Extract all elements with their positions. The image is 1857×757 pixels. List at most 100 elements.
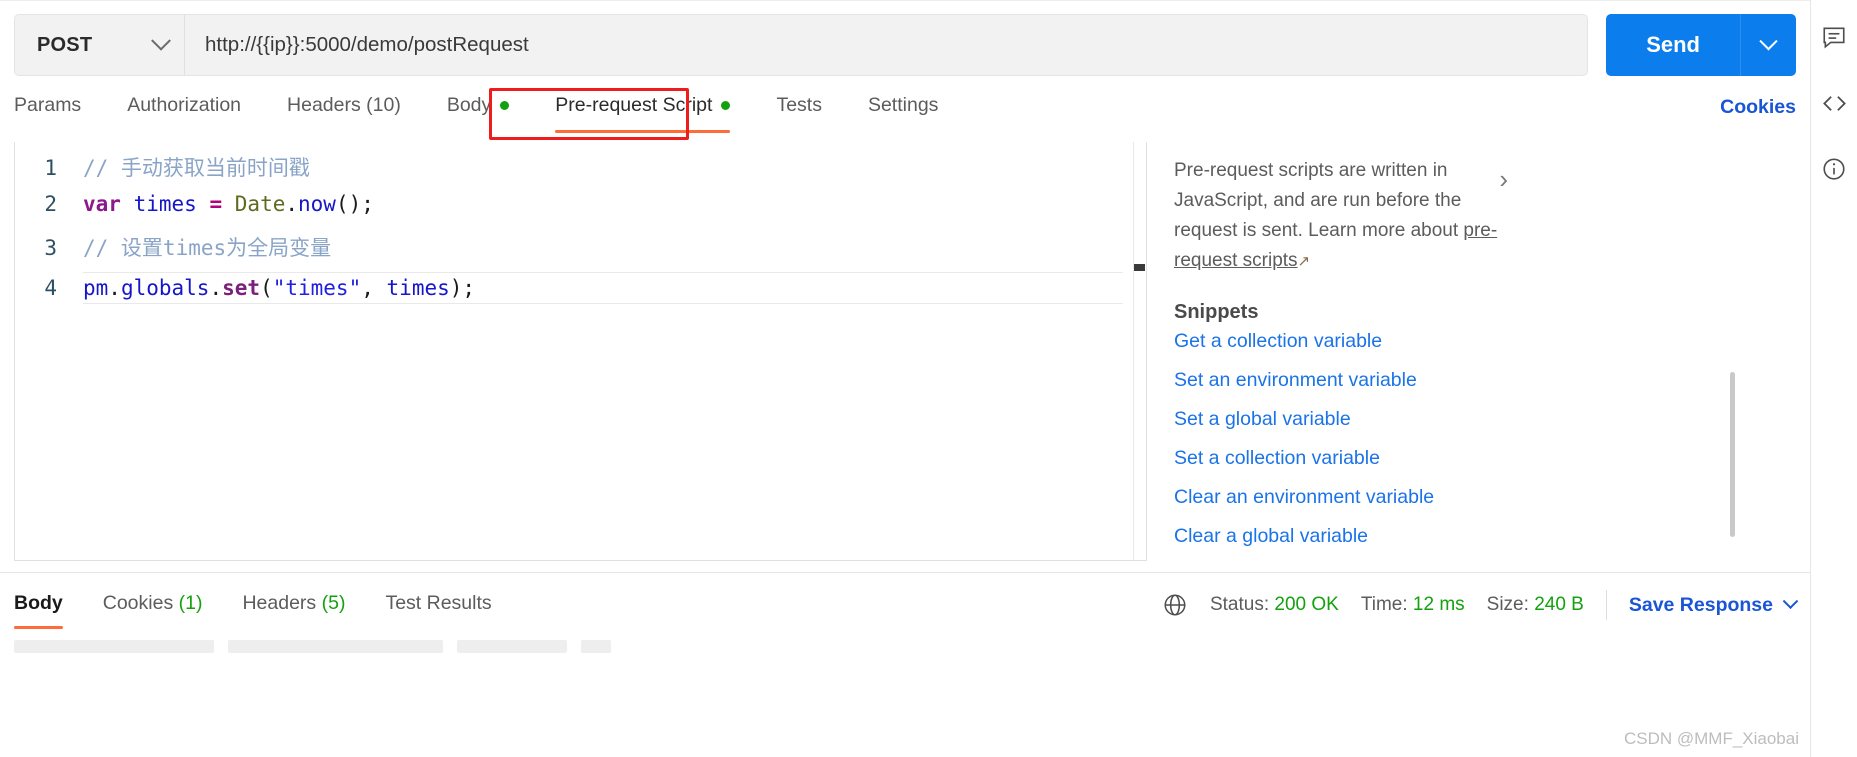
postman-request-window: POST Send Params Authorization Headers (10… xyxy=(0,0,1857,757)
code-line: 1 // 手动获取当前时间戳 xyxy=(15,152,1146,192)
code-token: "times" xyxy=(272,276,362,300)
cookies-link[interactable]: Cookies xyxy=(1720,96,1796,119)
snippet-link[interactable]: Set a global variable xyxy=(1174,408,1514,431)
code-text[interactable]: var times = Date.now(); xyxy=(83,192,374,216)
code-token: now xyxy=(298,192,336,216)
response-tab-label: Test Results xyxy=(385,592,492,614)
pre-request-description: Pre-request scripts are written in JavaS… xyxy=(1174,156,1529,277)
code-token: ( xyxy=(260,276,273,300)
send-button[interactable]: Send xyxy=(1606,14,1740,76)
chevron-right-icon[interactable]: › xyxy=(1499,164,1508,195)
code-token: // 设置times为全局变量 xyxy=(83,236,332,260)
snippet-link[interactable]: Clear an environment variable xyxy=(1174,486,1514,509)
external-link-icon: ↗ xyxy=(1297,253,1311,270)
http-method-selector[interactable]: POST xyxy=(15,15,185,75)
modified-indicator-dot xyxy=(721,101,731,110)
response-tab-cookies[interactable]: Cookies (1) xyxy=(103,582,203,629)
body-stub xyxy=(581,640,611,653)
code-token: set xyxy=(222,276,261,300)
request-tab-authorization[interactable]: Authorization xyxy=(127,90,241,133)
response-body-placeholder xyxy=(14,640,611,653)
response-tab-test-results[interactable]: Test Results xyxy=(385,582,491,629)
request-tabs: Params Authorization Headers (10) Body Pre-r… xyxy=(0,90,1810,140)
comment-icon[interactable] xyxy=(1819,22,1849,52)
code-line: 3 // 设置times为全局变量 xyxy=(15,232,1146,272)
request-tab-pre-request-script[interactable]: Pre-request Script xyxy=(555,90,731,133)
code-line: 4 pm.globals.set("times", times); xyxy=(15,272,1146,312)
send-group: Send xyxy=(1606,14,1796,76)
editor-scrollbar-thumb[interactable] xyxy=(1134,264,1145,271)
response-time: Time: 12 ms xyxy=(1361,594,1465,616)
request-tab-params[interactable]: Params xyxy=(14,90,81,133)
snippet-link[interactable]: Set an environment variable xyxy=(1174,369,1514,392)
code-token: (); xyxy=(335,192,374,216)
code-text[interactable]: pm.globals.set("times", times); xyxy=(83,272,1123,304)
send-options-button[interactable] xyxy=(1740,14,1796,76)
size-value: 240 B xyxy=(1534,594,1584,615)
code-token: // 手动获取当前时间戳 xyxy=(83,156,310,180)
body-stub xyxy=(228,640,443,653)
request-tab-settings[interactable]: Settings xyxy=(868,90,938,133)
info-icon[interactable] xyxy=(1819,154,1849,184)
watermark: CSDN @MMF_Xiaobai xyxy=(1623,729,1799,748)
editor-scrollbar[interactable] xyxy=(1133,142,1146,560)
code-token: times xyxy=(386,276,450,300)
code-token: , xyxy=(361,276,387,300)
save-response-label: Save Response xyxy=(1628,593,1773,616)
snippet-link[interactable]: Get a collection variable xyxy=(1174,330,1514,353)
snippets-list: Get a collection variable Set an environm… xyxy=(1174,330,1798,548)
response-tab-body[interactable]: Body xyxy=(14,582,63,629)
right-icon-rail xyxy=(1810,0,1857,757)
code-token: var xyxy=(83,192,121,216)
request-tab-tests[interactable]: Tests xyxy=(776,90,822,133)
code-icon[interactable] xyxy=(1819,88,1849,118)
method-url-group: POST xyxy=(14,14,1589,76)
request-url-bar: POST Send xyxy=(14,14,1796,76)
status-code: Status: 200 OK xyxy=(1210,594,1339,616)
snippets-scrollbar[interactable] xyxy=(1730,372,1735,537)
chevron-down-icon xyxy=(151,30,171,51)
response-tab-label: Headers xyxy=(242,592,317,614)
code-token: Date xyxy=(234,192,286,216)
request-tab-label: Settings xyxy=(867,94,939,116)
response-tab-headers[interactable]: Headers (5) xyxy=(242,582,345,629)
time-value: 12 ms xyxy=(1412,594,1465,615)
response-tab-count: (5) xyxy=(321,592,346,614)
body-stub xyxy=(457,640,567,653)
code-text[interactable]: // 设置times为全局变量 xyxy=(83,232,331,262)
code-token: times xyxy=(133,192,197,216)
response-status-area: Status: 200 OK Time: 12 ms Size: 240 B S… xyxy=(1162,572,1857,638)
response-tab-label: Cookies xyxy=(102,592,174,614)
code-token: pm xyxy=(83,276,109,300)
snippet-link[interactable]: Clear a global variable xyxy=(1174,525,1514,548)
line-number: 3 xyxy=(44,236,57,260)
request-tab-headers-10[interactable]: Headers (10) xyxy=(287,90,401,133)
body-stub xyxy=(14,640,214,653)
save-response-button[interactable]: Save Response xyxy=(1628,592,1799,617)
pre-request-script-editor[interactable]: 1// 手动获取当前时间戳 2 var times = Date.now(); 3//… xyxy=(14,142,1147,561)
status-value: 200 OK xyxy=(1274,594,1339,615)
response-tab-label: Body xyxy=(14,592,63,614)
code-text[interactable]: // 手动获取当前时间戳 xyxy=(83,152,310,182)
request-tab-label: Params xyxy=(14,94,82,116)
code-token: . xyxy=(108,276,121,300)
request-tab-label: Pre-request Script xyxy=(555,94,713,116)
snippets-panel: › Pre-request scripts are written in Jav… xyxy=(1160,142,1798,561)
code-token: ); xyxy=(449,276,476,300)
http-method-label: POST xyxy=(37,33,93,56)
code-token: . xyxy=(209,276,223,300)
code-lines: 1// 手动获取当前时间戳 2 var times = Date.now(); 3//… xyxy=(15,142,1146,312)
line-number: 1 xyxy=(44,156,57,180)
line-number: 4 xyxy=(44,276,57,300)
description-text: Pre-request scripts are written in JavaS… xyxy=(1174,160,1464,241)
status-divider xyxy=(1605,590,1607,620)
request-tab-body[interactable]: Body xyxy=(447,90,510,133)
snippet-link[interactable]: Set a collection variable xyxy=(1174,447,1514,470)
code-token: globals xyxy=(120,276,210,300)
size-label: Size: xyxy=(1486,594,1529,615)
response-size: Size: 240 B xyxy=(1487,594,1584,616)
request-url-input[interactable] xyxy=(185,15,1588,75)
request-tab-label: Headers (10) xyxy=(287,94,401,116)
code-token: . xyxy=(285,192,299,216)
